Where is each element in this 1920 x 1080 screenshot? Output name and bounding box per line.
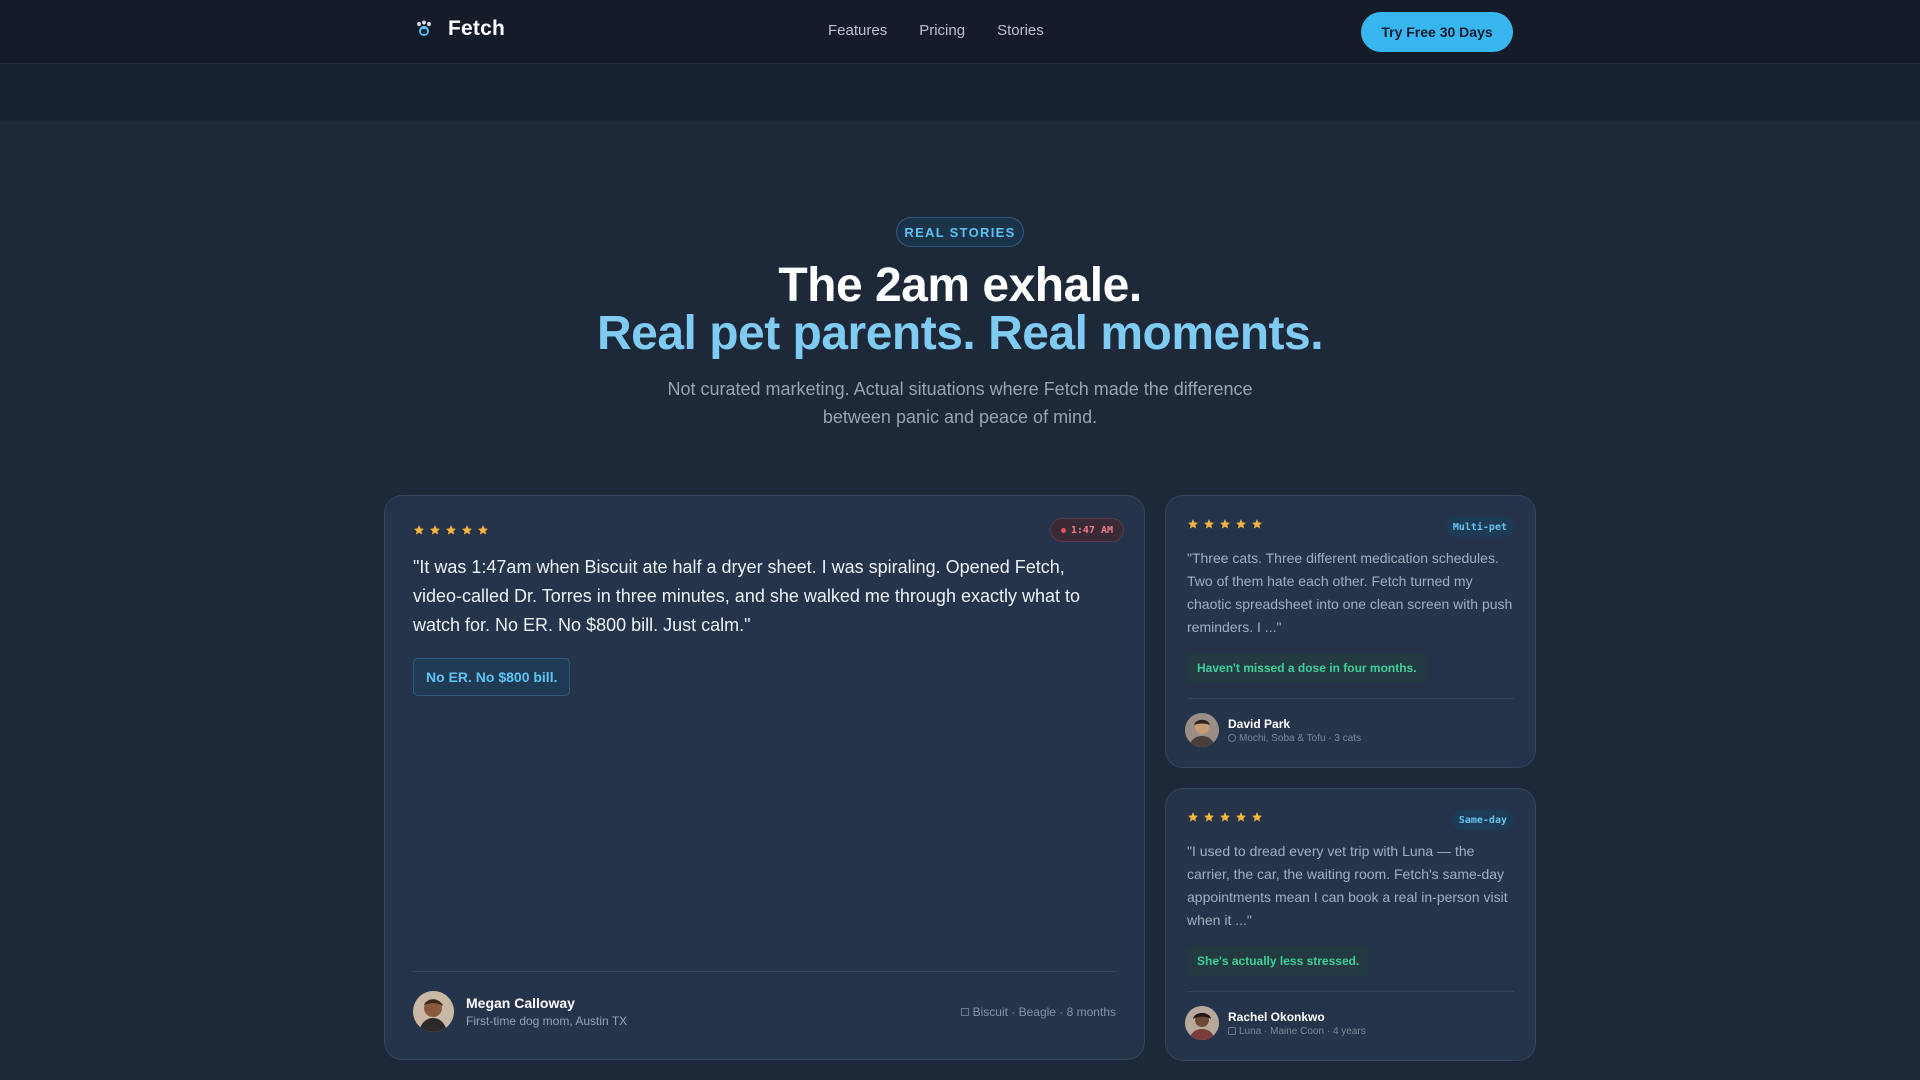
featured-quote: "It was 1:47am when Biscuit ate half a d… (413, 557, 1081, 635)
star-icon (1236, 519, 1246, 529)
featured-result-badge: No ER. No $800 bill. (413, 658, 571, 696)
avatar (1185, 1006, 1219, 1040)
testimonial-quote: "Three cats. Three different medication … (1187, 550, 1513, 635)
star-rating (1187, 811, 1263, 823)
testimonial-card: Same-day "I used to dread every vet trip… (1165, 788, 1536, 1061)
header-band (0, 64, 1920, 121)
main-nav: Features Pricing Stories (828, 22, 1044, 39)
star-rating (413, 524, 489, 536)
pet-meta-text: Mochi, Soba & Tofu · 3 cats (1239, 732, 1362, 744)
result-highlight: She's actually less stressed. (1187, 946, 1370, 976)
brand-name: Fetch (448, 17, 506, 40)
time-badge: 1:47 AM (1049, 518, 1124, 542)
avatar (413, 991, 454, 1032)
cat-icon (1228, 1027, 1236, 1035)
star-icon (1188, 519, 1198, 529)
result-highlight: Haven't missed a dose in four months. (1187, 653, 1427, 683)
nav-link-pricing[interactable]: Pricing (919, 22, 965, 39)
star-icon (1252, 812, 1262, 822)
divider (1187, 698, 1514, 699)
star-icon (1236, 812, 1246, 822)
paw-logo-icon (414, 19, 434, 39)
star-icon (462, 525, 472, 535)
star-icon (446, 525, 456, 535)
brand[interactable]: Fetch (414, 17, 505, 41)
testimonial-quote: "I used to dread every vet trip with Lun… (1187, 843, 1508, 928)
nav-link-features[interactable]: Features (828, 22, 887, 39)
time-label: 1:47 AM (1070, 524, 1113, 536)
avatar (1185, 713, 1219, 747)
hero-lead: Not curated marketing. Actual situations… (667, 379, 1253, 427)
pet-meta-text: Luna · Maine Coon · 4 years (1239, 1025, 1366, 1037)
author-name: Megan Calloway (466, 995, 575, 1011)
pet-meta: Biscuit · Beagle · 8 months (960, 1005, 1116, 1019)
category-tag: Multi-pet (1445, 517, 1514, 537)
testimonial-author: David Park Mochi, Soba & Tofu · 3 cats (1185, 713, 1361, 747)
testimonial-author: Rachel Okonkwo Luna · Maine Coon · 4 yea… (1185, 1006, 1366, 1040)
featured-author: Megan Calloway First-time dog mom, Austi… (413, 991, 627, 1032)
alert-dot-icon (1060, 527, 1066, 533)
star-icon (430, 525, 440, 535)
divider (1187, 991, 1514, 992)
cat-icon (1228, 734, 1236, 742)
top-navigation-bar: Fetch Features Pricing Stories Try Free … (0, 0, 1920, 64)
try-free-button[interactable]: Try Free 30 Days (1361, 12, 1513, 52)
author-subtitle: First-time dog mom, Austin TX (466, 1014, 628, 1028)
star-icon (1204, 519, 1214, 529)
author-pet: Luna · Maine Coon · 4 years (1228, 1026, 1366, 1037)
star-icon (1220, 519, 1230, 529)
divider (413, 971, 1116, 972)
hero-title: The 2am exhale. (778, 259, 1142, 312)
author-name: Rachel Okonkwo (1228, 1009, 1325, 1024)
hero-subtitle-highlight: Real pet parents. Real moments. (596, 307, 1324, 360)
star-icon (1220, 812, 1230, 822)
dog-icon (960, 1008, 969, 1016)
pet-meta-text: Biscuit · Beagle · 8 months (972, 1005, 1116, 1019)
star-icon (1188, 812, 1198, 822)
star-icon (478, 525, 488, 535)
star-rating (1187, 518, 1263, 530)
testimonial-card: Multi-pet "Three cats. Three different m… (1165, 495, 1536, 768)
star-icon (414, 525, 424, 535)
author-name: David Park (1228, 716, 1291, 731)
featured-testimonial-card: 1:47 AM "It was 1:47am when Biscuit ate … (384, 495, 1145, 1060)
category-tag: Same-day (1451, 810, 1514, 830)
nav-link-stories[interactable]: Stories (997, 22, 1044, 39)
section-badge: REAL STORIES (896, 217, 1024, 247)
author-pet: Mochi, Soba & Tofu · 3 cats (1228, 733, 1361, 744)
star-icon (1204, 812, 1214, 822)
star-icon (1252, 519, 1262, 529)
